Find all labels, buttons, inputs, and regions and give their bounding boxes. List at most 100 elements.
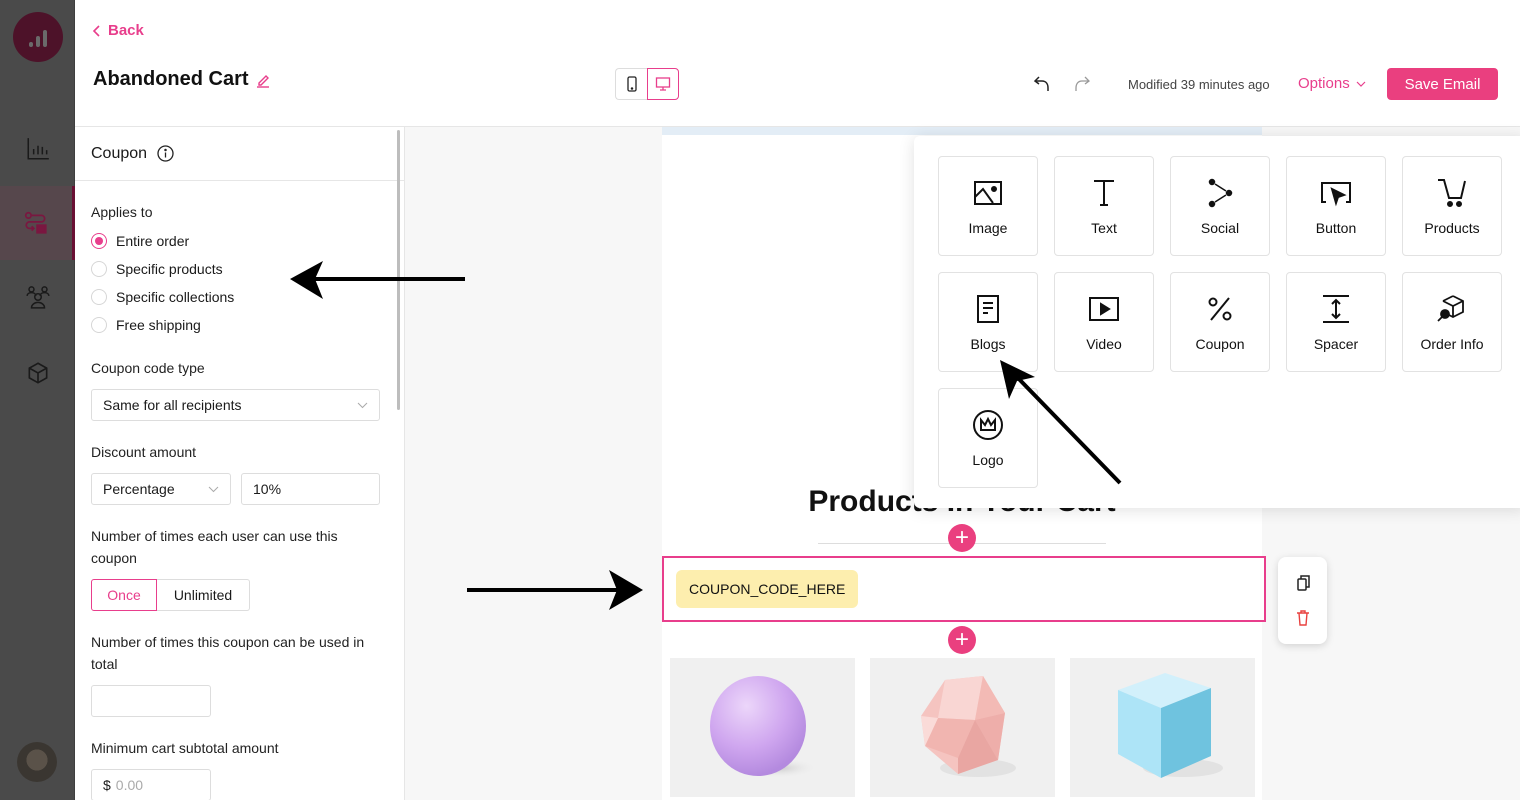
- tile-label: Coupon: [1195, 336, 1245, 352]
- block-tile-video[interactable]: Video: [1054, 272, 1154, 372]
- crown-icon: [973, 410, 1003, 440]
- coupon-block-selected[interactable]: COUPON_CODE_HERE: [662, 556, 1266, 622]
- order-info-icon: [1437, 295, 1464, 322]
- chevron-down-icon: [208, 486, 219, 492]
- block-tile-button[interactable]: Button: [1286, 156, 1386, 256]
- tile-label: Text: [1091, 220, 1117, 236]
- spacer-icon: [1323, 295, 1349, 323]
- select-value: Percentage: [103, 481, 175, 497]
- email-title: Abandoned Cart: [93, 68, 249, 90]
- block-tile-order-info[interactable]: Order Info: [1402, 272, 1502, 372]
- save-email-button[interactable]: Save Email: [1387, 68, 1498, 100]
- tile-label: Video: [1086, 336, 1122, 352]
- duplicate-icon[interactable]: [1296, 575, 1310, 591]
- button-icon: [1321, 182, 1351, 207]
- product-grid: [670, 658, 1255, 797]
- radio-specific-collections[interactable]: Specific collections: [91, 283, 388, 311]
- per-user-usage-toggle: Once Unlimited: [91, 579, 388, 611]
- product-image-cube[interactable]: [1070, 658, 1255, 797]
- block-tile-image[interactable]: Image: [938, 156, 1038, 256]
- radio-button[interactable]: [91, 233, 107, 249]
- coupon-code-chip: COUPON_CODE_HERE: [676, 570, 859, 608]
- radio-button[interactable]: [91, 317, 107, 333]
- block-tile-blogs[interactable]: Blogs: [938, 272, 1038, 372]
- discount-value-input[interactable]: 10%: [241, 473, 380, 505]
- cube-shape: [1117, 672, 1223, 778]
- edit-pencil-icon[interactable]: [255, 72, 271, 88]
- back-link[interactable]: Back: [92, 22, 144, 39]
- panel-scrollbar[interactable]: [397, 130, 400, 410]
- user-avatar[interactable]: [17, 742, 57, 782]
- blog-icon: [977, 295, 999, 323]
- rail-item-integrations[interactable]: [0, 336, 75, 410]
- radio-label: Free shipping: [116, 317, 201, 333]
- icosahedron-shape: [920, 675, 1016, 777]
- radio-entire-order[interactable]: Entire order: [91, 227, 388, 255]
- radio-label: Specific collections: [116, 289, 235, 305]
- tile-label: Order Info: [1420, 336, 1484, 352]
- back-label: Back: [108, 22, 144, 39]
- applies-to-label: Applies to: [91, 204, 153, 220]
- coupon-settings-panel: Coupon Applies to Entire order Specific …: [75, 127, 405, 800]
- total-usage-input[interactable]: [91, 685, 211, 717]
- per-user-usage-label: Number of times each user can use this c…: [91, 528, 338, 566]
- block-tile-social[interactable]: Social: [1170, 156, 1270, 256]
- unlimited-option[interactable]: Unlimited: [157, 579, 250, 611]
- add-block-button[interactable]: +: [948, 524, 976, 552]
- radio-free-shipping[interactable]: Free shipping: [91, 311, 388, 339]
- block-tile-text[interactable]: Text: [1054, 156, 1154, 256]
- tile-label: Logo: [972, 452, 1004, 468]
- chevron-down-icon: [1356, 81, 1366, 87]
- min-subtotal-label: Minimum cart subtotal amount: [91, 740, 279, 756]
- social-icon: [1208, 178, 1233, 208]
- once-option[interactable]: Once: [91, 579, 157, 611]
- coupon-code-type-select[interactable]: Same for all recipients: [91, 389, 380, 421]
- rail-item-analytics[interactable]: [0, 112, 75, 186]
- delete-icon[interactable]: [1296, 610, 1310, 626]
- box-icon: [28, 362, 47, 384]
- radio-button[interactable]: [91, 261, 107, 277]
- product-image-icosahedron[interactable]: [870, 658, 1055, 797]
- sphere-shape: [709, 675, 818, 778]
- rail-item-flows[interactable]: [0, 186, 75, 260]
- block-tile-products[interactable]: Products: [1402, 156, 1502, 256]
- flow-icon: [24, 211, 47, 234]
- block-tile-coupon[interactable]: Coupon: [1170, 272, 1270, 372]
- cart-icon: [1438, 179, 1466, 207]
- app-logo[interactable]: [13, 12, 63, 62]
- percent-icon: [1208, 297, 1232, 321]
- info-icon[interactable]: [157, 145, 174, 162]
- undo-icon[interactable]: [1033, 74, 1053, 94]
- add-block-button[interactable]: +: [948, 626, 976, 654]
- image-icon: [974, 181, 1002, 205]
- redo-icon[interactable]: [1071, 74, 1091, 94]
- email-header-band: [662, 127, 1262, 135]
- tile-label: Spacer: [1313, 336, 1359, 352]
- panel-title: Coupon: [91, 144, 148, 162]
- options-label: Options: [1298, 75, 1350, 92]
- select-value: Same for all recipients: [103, 397, 242, 413]
- block-tile-spacer[interactable]: Spacer: [1286, 272, 1386, 372]
- desktop-view-button[interactable]: [647, 68, 679, 100]
- options-dropdown[interactable]: Options: [1298, 75, 1366, 92]
- tile-label: Products: [1424, 220, 1480, 236]
- editor-header: Back Abandoned Cart Modified 39 minutes …: [75, 0, 1520, 127]
- min-subtotal-placeholder: 0.00: [115, 777, 144, 793]
- tile-label: Image: [968, 220, 1008, 236]
- mobile-icon: [626, 76, 637, 92]
- mobile-view-button[interactable]: [615, 68, 647, 100]
- tile-label: Button: [1315, 220, 1357, 236]
- radio-specific-products[interactable]: Specific products: [91, 255, 388, 283]
- min-subtotal-input[interactable]: $ 0.00: [91, 769, 211, 800]
- email-preview: Products In Your Cart + COUPON_CODE_HERE…: [662, 127, 1520, 800]
- text-icon: [1094, 180, 1114, 206]
- radio-button[interactable]: [91, 289, 107, 305]
- email-canvas: Products In Your Cart + COUPON_CODE_HERE…: [405, 127, 1520, 800]
- product-image-sphere[interactable]: [670, 658, 855, 797]
- left-rail: [0, 0, 75, 800]
- discount-type-select[interactable]: Percentage: [91, 473, 231, 505]
- rail-item-audience[interactable]: [0, 260, 75, 334]
- discount-amount-label: Discount amount: [91, 444, 197, 460]
- users-icon: [25, 286, 50, 309]
- block-tile-logo[interactable]: Logo: [938, 388, 1038, 488]
